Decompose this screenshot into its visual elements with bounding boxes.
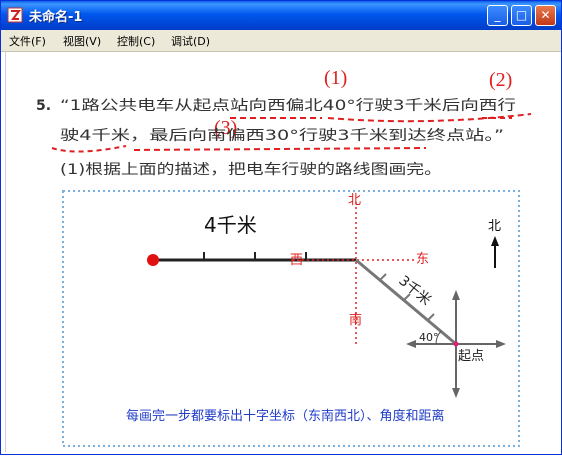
diag-tick-3: [427, 313, 435, 321]
minimize-button[interactable]: _: [487, 5, 508, 26]
compass-arrow-icon: [491, 236, 499, 246]
start-axis-west-arrow: [406, 340, 416, 348]
start-axis-east-arrow: [496, 340, 506, 348]
menu-view[interactable]: 视图(V): [63, 33, 101, 49]
distance-3km-label: 3千米: [395, 273, 434, 309]
start-axis-south-arrow: [452, 388, 460, 398]
cross-east-label: 东: [416, 252, 429, 267]
note-container: 每画完一步都要标出十字坐标（东南西北）、角度和距离: [126, 409, 445, 424]
title-bar[interactable]: 未命名-1 _ □ ✕: [1, 1, 561, 30]
problem-number: 5.: [36, 98, 51, 114]
marker-2: (2): [489, 69, 512, 91]
distance-4km-label: 4千米: [204, 213, 257, 237]
close-button[interactable]: ✕: [535, 5, 556, 26]
cross-south-label: 南: [349, 312, 362, 328]
window-title: 未命名-1: [29, 10, 83, 25]
maximize-button[interactable]: □: [511, 5, 532, 26]
cross-west-label: 西: [290, 253, 303, 268]
start-axis-north-arrow: [452, 290, 460, 300]
menu-bar: 文件(F) 视图(V) 控制(C) 调试(D): [1, 30, 561, 52]
underline-2b: [51, 145, 127, 153]
menu-file[interactable]: 文件(F): [9, 33, 46, 49]
cross-north-label: 北: [348, 193, 361, 208]
marker-1: (1): [324, 67, 347, 89]
note-text: 每画完一步都要标出十字坐标（东南西北）、角度和距离: [126, 409, 445, 424]
app-window: 未命名-1 _ □ ✕ 文件(F) 视图(V) 控制(C) 调试(D) (1) …: [0, 0, 562, 455]
end-point: [147, 254, 159, 266]
underline-3: [133, 147, 427, 151]
content-area: (1) (2) (3) 5. “1路公共电车从起点站向西偏北40°行驶3千米后向…: [5, 52, 560, 452]
start-point: [453, 341, 459, 347]
problem-line-2: 驶4千米，最后向南偏西30°行驶3千米到达终点站。”: [60, 128, 504, 144]
question-text: (1)根据上面的描述，把电车行驶的路线图画完。: [60, 161, 442, 178]
angle-label: 40°: [419, 331, 439, 344]
compass-north-label: 北: [488, 219, 501, 234]
start-label: 起点: [458, 349, 484, 364]
app-icon: [7, 7, 23, 23]
menu-control[interactable]: 控制(C): [117, 33, 155, 49]
diag-tick-1: [379, 273, 387, 281]
problem-line-1: “1路公共电车从起点站向西偏北40°行驶3千米后向西行: [60, 97, 516, 114]
worksheet-canvas: (1) (2) (3) 5. “1路公共电车从起点站向西偏北40°行驶3千米后向…: [36, 67, 532, 447]
menu-debug[interactable]: 调试(D): [171, 33, 210, 49]
